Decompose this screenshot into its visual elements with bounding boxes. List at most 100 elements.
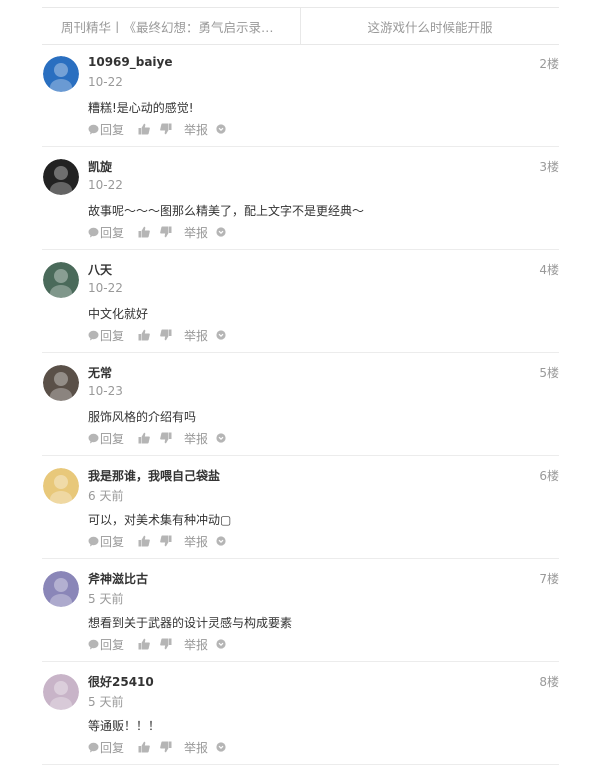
comment-text: 服饰风格的介绍有吗 <box>88 410 197 424</box>
dislike-icon[interactable] <box>160 123 172 135</box>
dislike-icon[interactable] <box>160 432 172 444</box>
comment-item: 我是那谁，我喂自己袋盐 6楼 6 天前可以，对美术集有种冲动▢ 回复 举报 <box>42 456 559 559</box>
report-button[interactable]: 举报 <box>184 636 208 653</box>
next-article-title: 这游戏什么时候能开服 <box>367 19 493 35</box>
floor-number: 5楼 <box>539 366 559 380</box>
comment-text: 故事呢～～～图那么精美了，配上文字不是更经典～ <box>88 204 365 218</box>
comment-actions: 回复 举报 <box>88 636 226 653</box>
reply-icon <box>88 639 100 650</box>
comment-actions: 回复 举报 <box>88 533 226 550</box>
reply-button[interactable]: 回复 <box>88 636 124 653</box>
comment-time: 10-23 <box>88 384 123 398</box>
floor-number: 3楼 <box>539 160 559 174</box>
comment-text: 想看到关于武器的设计灵感与构成要素 <box>88 616 293 630</box>
comment-text: 糟糕!是心动的感觉! <box>88 101 194 115</box>
reply-icon <box>88 124 100 135</box>
chevron-down-icon[interactable] <box>216 330 226 340</box>
chevron-down-icon[interactable] <box>216 124 226 134</box>
user-avatar[interactable] <box>43 262 79 298</box>
comment-item: 凯旋 3楼 10-22 故事呢～～～图那么精美了，配上文字不是更经典～ 回复 举报 <box>42 147 559 250</box>
like-icon[interactable] <box>138 432 150 444</box>
reply-label: 回复 <box>100 637 125 652</box>
comment-actions: 回复 举报 <box>88 224 226 241</box>
chevron-down-icon[interactable] <box>216 639 226 649</box>
username[interactable]: 很好25410 <box>88 673 154 690</box>
reply-button[interactable]: 回复 <box>88 327 124 344</box>
dislike-icon[interactable] <box>160 226 172 238</box>
like-icon[interactable] <box>138 535 150 547</box>
reply-icon <box>88 433 100 444</box>
floor-number: 2楼 <box>539 57 559 71</box>
comment-actions: 回复 举报 <box>88 121 226 138</box>
comment-text: 中文化就好 <box>88 307 149 321</box>
username[interactable]: 凯旋 <box>88 158 112 175</box>
reply-button[interactable]: 回复 <box>88 224 124 241</box>
prev-article-link[interactable]: 周刊精华丨《最终幻想：勇气启示录》系列设定 <box>42 8 301 44</box>
chevron-down-icon[interactable] <box>216 742 226 752</box>
chevron-down-icon[interactable] <box>216 433 226 443</box>
reply-label: 回复 <box>100 328 125 343</box>
floor-number: 7楼 <box>539 572 559 586</box>
next-article-link[interactable]: 这游戏什么时候能开服 <box>301 8 559 44</box>
user-avatar[interactable] <box>43 571 79 607</box>
comment-item: 10969_baiye 2楼 10-22 糟糕!是心动的感觉! 回复 举报 <box>42 44 559 147</box>
prev-article-title: 周刊精华丨《最终幻想：勇气启示录》系列设定 <box>61 19 281 35</box>
report-button[interactable]: 举报 <box>184 739 208 756</box>
like-icon[interactable] <box>138 638 150 650</box>
like-icon[interactable] <box>138 741 150 753</box>
comment-time: 10-22 <box>88 75 123 89</box>
report-button[interactable]: 举报 <box>184 533 208 550</box>
report-button[interactable]: 举报 <box>184 224 208 241</box>
username[interactable]: 无常 <box>88 364 112 381</box>
comment-text: 可以，对美术集有种冲动▢ <box>88 513 232 527</box>
reply-icon <box>88 536 100 547</box>
user-avatar[interactable] <box>43 468 79 504</box>
dislike-icon[interactable] <box>160 638 172 650</box>
user-avatar[interactable] <box>43 674 79 710</box>
reply-icon <box>88 742 100 753</box>
user-avatar[interactable] <box>43 159 79 195</box>
report-button[interactable]: 举报 <box>184 327 208 344</box>
username[interactable]: 10969_baiye <box>88 55 173 69</box>
dislike-icon[interactable] <box>160 741 172 753</box>
chevron-down-icon[interactable] <box>216 536 226 546</box>
comment-item: 很好25410 8楼 5 天前 等通贩！！！ 回复 举报 <box>42 662 559 765</box>
username[interactable]: 我是那谁，我喂自己袋盐 <box>88 467 220 484</box>
comment-list: 10969_baiye 2楼 10-22 糟糕!是心动的感觉! 回复 举报 凯旋 3楼 10-2… <box>42 44 559 765</box>
comment-item: 八天 4楼 10-22 中文化就好 回复 举报 <box>42 250 559 353</box>
like-icon[interactable] <box>138 123 150 135</box>
reply-button[interactable]: 回复 <box>88 739 124 756</box>
floor-number: 4楼 <box>539 263 559 277</box>
dislike-icon[interactable] <box>160 535 172 547</box>
user-avatar[interactable] <box>43 56 79 92</box>
like-icon[interactable] <box>138 329 150 341</box>
article-nav: 周刊精华丨《最终幻想：勇气启示录》系列设定 这游戏什么时候能开服 <box>42 7 559 45</box>
username[interactable]: 八天 <box>88 261 112 278</box>
reply-button[interactable]: 回复 <box>88 121 124 138</box>
like-icon[interactable] <box>138 226 150 238</box>
reply-label: 回复 <box>100 431 125 446</box>
comment-time: 6 天前 <box>88 489 124 503</box>
username[interactable]: 斧神滋比古 <box>88 570 148 587</box>
user-avatar[interactable] <box>43 365 79 401</box>
reply-icon <box>88 330 100 341</box>
comment-time: 5 天前 <box>88 592 124 606</box>
floor-number: 6楼 <box>539 469 559 483</box>
reply-label: 回复 <box>100 225 125 240</box>
reply-button[interactable]: 回复 <box>88 533 124 550</box>
floor-number: 8楼 <box>539 675 559 689</box>
report-button[interactable]: 举报 <box>184 121 208 138</box>
dislike-icon[interactable] <box>160 329 172 341</box>
report-button[interactable]: 举报 <box>184 430 208 447</box>
comment-actions: 回复 举报 <box>88 430 226 447</box>
comment-item: 无常 5楼 10-23 服饰风格的介绍有吗回复 举报 <box>42 353 559 456</box>
reply-label: 回复 <box>100 122 125 137</box>
reply-label: 回复 <box>100 740 125 755</box>
reply-label: 回复 <box>100 534 125 549</box>
comment-time: 10-22 <box>88 178 123 192</box>
chevron-down-icon[interactable] <box>216 227 226 237</box>
reply-button[interactable]: 回复 <box>88 430 124 447</box>
comment-time: 5 天前 <box>88 695 124 709</box>
comment-item: 斧神滋比古 7楼 5 天前想看到关于武器的设计灵感与构成要素回复 举报 <box>42 559 559 662</box>
reply-icon <box>88 227 100 238</box>
